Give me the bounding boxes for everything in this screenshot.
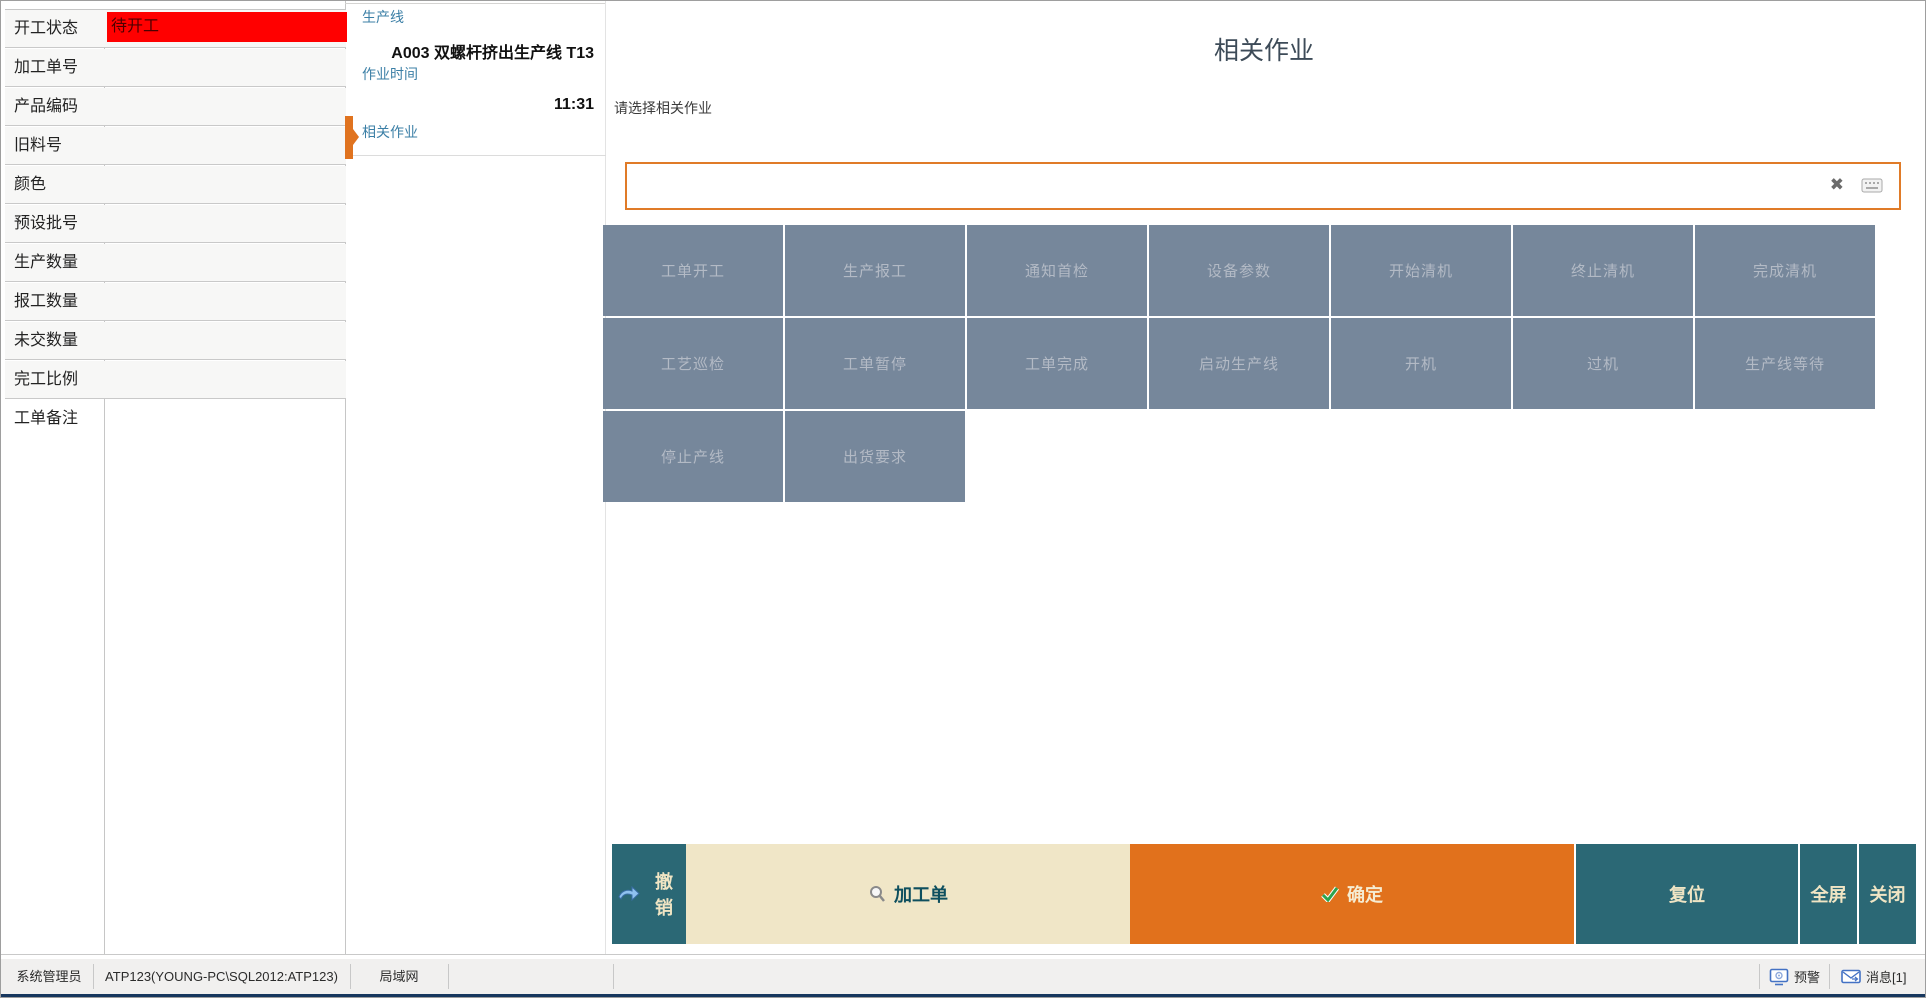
sidebar-row-order-no: 加工单号 xyxy=(5,49,346,87)
field-label: 预设批号 xyxy=(14,205,78,243)
sidebar-row-color: 颜色 xyxy=(5,166,346,204)
action-bar: 撤销 加工单 确定 复位 全屏 xyxy=(612,844,1916,944)
op-button-notify-first-inspection[interactable]: 通知首检 xyxy=(967,225,1147,316)
confirm-button[interactable]: 确定 xyxy=(1130,844,1574,944)
sidebar-row-report-qty: 报工数量 xyxy=(5,283,346,321)
op-button-line-waiting[interactable]: 生产线等待 xyxy=(1695,318,1875,409)
sidebar-row-completion-ratio: 完工比例 xyxy=(5,361,346,399)
grid-row: 工艺巡检 工单暂停 工单完成 启动生产线 开机 过机 生产线等待 xyxy=(603,318,1923,409)
op-button-production-report[interactable]: 生产报工 xyxy=(785,225,965,316)
op-button-process-patrol[interactable]: 工艺巡检 xyxy=(603,318,783,409)
alert-status-item[interactable]: 预警 xyxy=(1769,959,1820,994)
fullscreen-button[interactable]: 全屏 xyxy=(1800,844,1857,944)
field-label: 完工比例 xyxy=(14,361,78,399)
sidebar-row-prod-qty: 生产数量 xyxy=(5,244,346,282)
content-bottom-border xyxy=(1,954,1926,955)
nav-item-related-operations[interactable]: 相关作业 xyxy=(362,122,418,142)
panel-top-border xyxy=(345,3,606,4)
monitor-gear-icon xyxy=(1769,968,1789,986)
sidebar-row-old-part-no: 旧料号 xyxy=(5,127,346,165)
op-button-pass-machine[interactable]: 过机 xyxy=(1513,318,1693,409)
op-button-stop-line[interactable]: 停止产线 xyxy=(603,411,783,502)
production-line-label: 生产线 xyxy=(362,7,404,27)
keyboard-icon[interactable] xyxy=(1861,178,1883,198)
sidebar-row-preset-batch: 预设批号 xyxy=(5,205,346,243)
divider xyxy=(1829,964,1830,989)
op-button-shipment-request[interactable]: 出货要求 xyxy=(785,411,965,502)
scan-input-box: ✖ xyxy=(625,162,1901,210)
panel-section-border xyxy=(345,155,606,156)
magnifier-icon xyxy=(868,885,886,903)
field-label: 工单备注 xyxy=(14,400,78,438)
production-line-value: A003 双螺杆挤出生产线 T13 xyxy=(350,39,594,63)
op-button-finish-cleaning[interactable]: 完成清机 xyxy=(1695,225,1875,316)
window-bottom-strip xyxy=(1,994,1926,998)
operation-button-grid: 工单开工 生产报工 通知首检 设备参数 开始清机 终止清机 完成清机 工艺巡检 … xyxy=(603,225,1923,504)
clear-icon[interactable]: ✖ xyxy=(1830,175,1844,195)
op-button-start-line[interactable]: 启动生产线 xyxy=(1149,318,1329,409)
field-label: 颜色 xyxy=(14,166,46,204)
divider xyxy=(613,964,614,989)
undo-button[interactable]: 撤销 xyxy=(612,844,686,944)
check-icon xyxy=(1321,886,1339,902)
status-bar: 系统管理员 ATP123(YOUNG-PC\SQL2012:ATP123) 局域… xyxy=(1,959,1926,994)
status-user: 系统管理员 xyxy=(5,959,93,994)
field-label: 旧料号 xyxy=(14,127,62,165)
op-button-order-complete[interactable]: 工单完成 xyxy=(967,318,1147,409)
close-button[interactable]: 关闭 xyxy=(1859,844,1916,944)
reset-button[interactable]: 复位 xyxy=(1576,844,1798,944)
op-button-start-cleaning[interactable]: 开始清机 xyxy=(1331,225,1511,316)
field-label: 产品编码 xyxy=(14,88,78,126)
app-window: 开工状态 待开工 加工单号 产品编码 旧料号 颜色 预设批号 生产数量 报工数量… xyxy=(0,0,1926,998)
sidebar-row-product-code: 产品编码 xyxy=(5,88,346,126)
op-button-equipment-params[interactable]: 设备参数 xyxy=(1149,225,1329,316)
undo-arrow-icon xyxy=(618,886,640,902)
grid-row: 工单开工 生产报工 通知首检 设备参数 开始清机 终止清机 完成清机 xyxy=(603,225,1923,316)
op-button-power-on[interactable]: 开机 xyxy=(1331,318,1511,409)
message-status-item[interactable]: 消息[1] xyxy=(1841,959,1906,994)
select-hint-text: 请选择相关作业 xyxy=(614,98,712,118)
work-time-value: 11:31 xyxy=(350,96,594,114)
status-network: 局域网 xyxy=(350,959,448,994)
field-label: 未交数量 xyxy=(14,322,78,360)
grid-row: 停止产线 出货要求 xyxy=(603,411,1923,502)
op-button-stop-cleaning[interactable]: 终止清机 xyxy=(1513,225,1693,316)
divider xyxy=(1759,964,1760,989)
field-label: 开工状态 xyxy=(14,10,78,48)
work-order-button[interactable]: 加工单 xyxy=(686,844,1130,944)
divider xyxy=(448,964,449,989)
envelope-icon xyxy=(1841,969,1861,984)
scan-input[interactable] xyxy=(633,168,1817,206)
sidebar-row-order-remark: 工单备注 xyxy=(5,400,346,438)
work-time-label: 作业时间 xyxy=(362,64,418,84)
status-connection: ATP123(YOUNG-PC\SQL2012:ATP123) xyxy=(93,959,350,994)
field-label: 加工单号 xyxy=(14,49,78,87)
op-button-order-start[interactable]: 工单开工 xyxy=(603,225,783,316)
status-badge: 待开工 xyxy=(107,12,347,42)
page-title: 相关作业 xyxy=(605,31,1923,67)
field-label: 报工数量 xyxy=(14,283,78,321)
sidebar-row-undelivered-qty: 未交数量 xyxy=(5,322,346,360)
field-label: 生产数量 xyxy=(14,244,78,282)
op-button-order-pause[interactable]: 工单暂停 xyxy=(785,318,965,409)
selected-item-marker-icon xyxy=(345,116,359,164)
sidebar-row-start-status: 开工状态 待开工 xyxy=(5,10,346,48)
